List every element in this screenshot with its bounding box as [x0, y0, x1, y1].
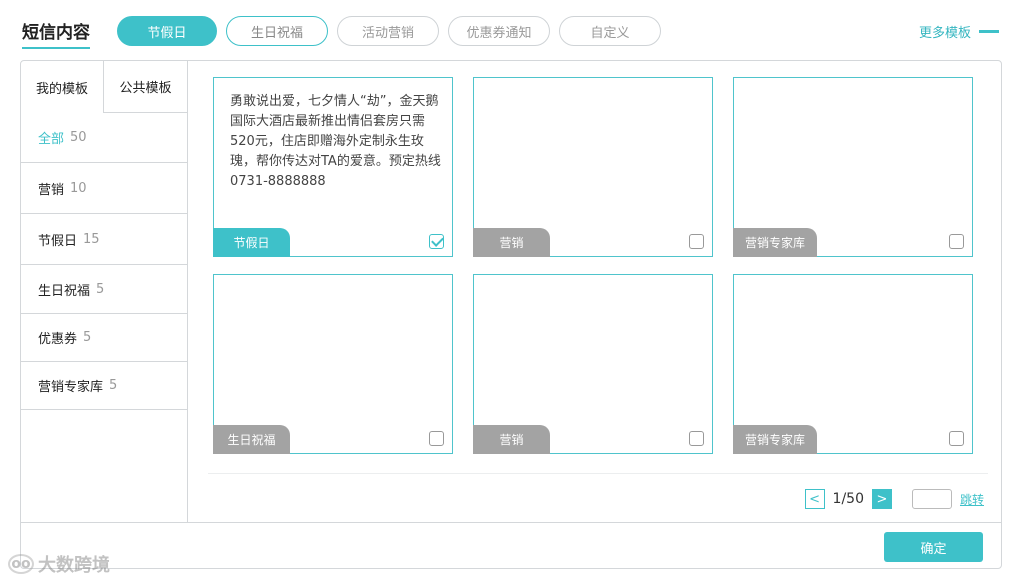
category-label: 生日祝福	[38, 283, 91, 299]
page-jump-input[interactable]	[911, 489, 952, 509]
sidebar-item-expert-library[interactable]: 营销专家库 5	[21, 362, 187, 410]
template-grid: 勇敢说出爱，七夕情人“劫”，金天鹅国际大酒店最新推出情侣套房只需520元，住店即…	[213, 77, 975, 454]
sidebar-item-marketing[interactable]: 营销 10	[21, 163, 187, 214]
prev-page-button[interactable]: <	[804, 489, 825, 509]
template-tag: 生日祝福	[213, 425, 290, 454]
watermark: oo 大数跨境	[8, 551, 110, 577]
category-label: 优惠券	[38, 332, 78, 347]
template-checkbox[interactable]	[949, 234, 964, 249]
tab-holiday[interactable]: 节假日	[117, 16, 217, 46]
template-checkbox[interactable]	[949, 431, 964, 446]
sidebar: 我的模板 公共模板 全部 50 营销 10 节假日 15 生日祝福 5 优惠券 …	[21, 61, 188, 522]
template-checkbox[interactable]	[689, 234, 704, 249]
sidebar-item-birthday[interactable]: 生日祝福 5	[21, 265, 187, 314]
template-panel: 我的模板 公共模板 全部 50 营销 10 节假日 15 生日祝福 5 优惠券 …	[20, 60, 1002, 569]
template-card[interactable]: 营销专家库	[733, 77, 973, 257]
tab-my-templates[interactable]: 我的模板	[21, 61, 104, 113]
watermark-logo-icon: oo	[8, 554, 34, 574]
template-card[interactable]: 营销	[473, 77, 713, 257]
template-card[interactable]: 勇敢说出爱，七夕情人“劫”，金天鹅国际大酒店最新推出情侣套房只需520元，住店即…	[213, 77, 453, 257]
template-tag: 营销	[473, 425, 550, 454]
tab-birthday[interactable]: 生日祝福	[226, 16, 328, 46]
jump-link[interactable]: 跳转	[960, 491, 984, 508]
divider	[208, 473, 988, 474]
category-label: 全部	[38, 132, 65, 147]
category-label: 节假日	[38, 233, 78, 249]
sidebar-tabs: 我的模板 公共模板	[21, 61, 187, 113]
template-card[interactable]: 营销专家库	[733, 274, 973, 454]
tab-custom[interactable]: 自定义	[559, 16, 661, 46]
template-checkbox[interactable]	[689, 431, 704, 446]
watermark-text: 大数跨境	[38, 555, 110, 576]
template-checkbox[interactable]	[429, 431, 444, 446]
more-templates-link[interactable]: 更多模板	[919, 22, 999, 41]
category-count: 15	[83, 231, 100, 247]
category-count: 5	[96, 281, 105, 297]
dash-icon	[979, 30, 999, 33]
page-title: 短信内容	[22, 18, 90, 49]
template-type-tabs: 节假日 生日祝福 活动营销 优惠券通知 自定义	[117, 16, 661, 46]
divider	[21, 522, 1001, 523]
page-indicator: 1/50	[832, 491, 864, 507]
pagination: < 1/50 > 跳转	[804, 489, 984, 509]
tab-coupon[interactable]: 优惠券通知	[448, 16, 550, 46]
confirm-button[interactable]: 确定	[884, 532, 983, 562]
more-templates-label: 更多模板	[918, 26, 971, 41]
sidebar-item-all[interactable]: 全部 50	[21, 113, 187, 163]
sidebar-item-coupon[interactable]: 优惠券 5	[21, 314, 187, 362]
category-count: 5	[83, 330, 92, 345]
category-label: 营销	[38, 182, 65, 198]
sidebar-item-holiday[interactable]: 节假日 15	[21, 214, 187, 265]
template-checkbox[interactable]	[429, 234, 444, 249]
template-tag: 营销专家库	[733, 228, 818, 257]
template-card[interactable]: 营销	[473, 274, 713, 454]
tab-marketing[interactable]: 活动营销	[337, 16, 439, 46]
tab-public-templates[interactable]: 公共模板	[104, 61, 187, 113]
category-count: 50	[70, 130, 87, 145]
template-text: 勇敢说出爱，七夕情人“劫”，金天鹅国际大酒店最新推出情侣套房只需520元，住店即…	[230, 94, 441, 189]
next-page-button[interactable]: >	[871, 489, 892, 509]
category-list: 全部 50 营销 10 节假日 15 生日祝福 5 优惠券 5 营销专家库 5	[21, 113, 187, 410]
category-count: 10	[70, 180, 87, 196]
template-tag: 节假日	[213, 228, 290, 257]
template-card[interactable]: 生日祝福	[213, 274, 453, 454]
template-tag: 营销	[473, 228, 550, 257]
template-tag: 营销专家库	[733, 425, 818, 454]
category-count: 5	[109, 378, 118, 393]
category-label: 营销专家库	[38, 380, 104, 395]
